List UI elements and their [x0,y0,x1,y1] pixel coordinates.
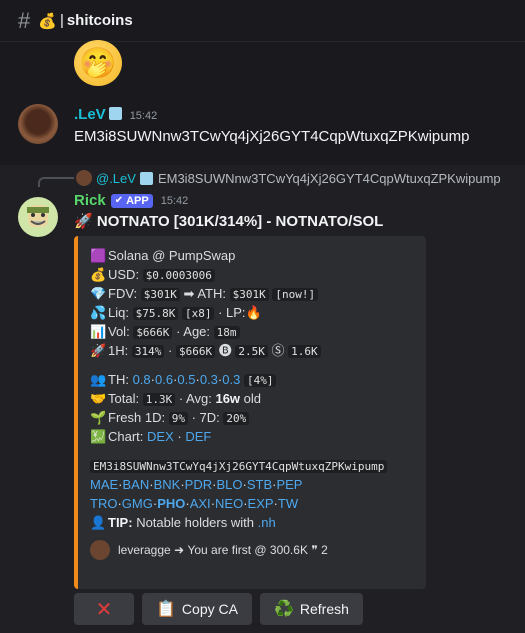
def-link[interactable]: DEF [185,429,211,444]
app-badge: ✔ APP [110,193,153,208]
recycle-icon: ♻️ [273,601,294,618]
message-rick: @.LeV EM3i8SUWNnw3TCwYq4jXj26GYT4CqpWtux… [0,165,525,633]
link-exp[interactable]: EXP [248,496,274,511]
reply-author: @.LeV [96,170,136,186]
handshake-icon: 🤝 [90,391,107,406]
refresh-button[interactable]: ♻️ Refresh [259,593,363,625]
person-icon: 👤 [90,515,107,530]
copy-ca-button[interactable]: 📋 Copy CA [142,593,252,625]
th-link[interactable]: 0.3 [200,372,218,387]
dex-link[interactable]: DEX [147,429,174,444]
sells-icon: Ⓢ [271,343,285,358]
dismiss-button[interactable]: ✕ [74,593,134,625]
link-pho[interactable]: PHO [157,496,185,511]
gem-icon: 💎 [90,286,107,301]
links-row-1: MAE·BAN·BNK·PDR·BLO·STB·PEP [90,477,303,492]
message-title: 🚀 NOTNATO [301K/314%] - NOTNATO/SOL [74,213,384,230]
username[interactable]: .LeV [74,106,106,123]
th-link[interactable]: 0.5 [177,372,195,387]
action-buttons: ✕ 📋 Copy CA ♻️ Refresh [74,593,363,625]
avatar[interactable] [18,197,58,237]
arrow-right-icon: ➜ [174,543,185,557]
fresh-line: 🌱 Fresh 1D: 9% · 7D: 20% [90,408,414,427]
people-icon: 👥 [90,372,107,387]
link-mae[interactable]: MAE [90,477,118,492]
link-blo[interactable]: BLO [216,477,242,492]
timestamp: 15:42 [160,194,189,207]
bar-chart-icon: 📊 [90,324,107,339]
droplets-icon: 💦 [90,305,107,320]
contract-address-line: EM3i8SUWNnw3TCwYq4jXj26GYT4CqpWtuxqZPKwi… [90,456,414,475]
close-icon: ✕ [95,598,113,621]
fdv-line: 💎 FDV: $301K ➡ ATH: $301K [now!] [90,284,414,303]
message-lev: .LeV 15:42 EM3i8SUWNnw3TCwYq4jXj26GYT4Cqp… [0,100,525,160]
message-text: EM3i8SUWNnw3TCwYq4jXj26GYT4CqpWtuxqZPKwi… [74,128,470,145]
buys-icon: 🅑 [218,343,232,358]
face-hand-over-mouth-emoji: 🤭 [74,40,122,86]
vol-line: 📊 Vol: $666K · Age: 18m [90,322,414,341]
contract-address[interactable]: EM3i8SUWNnw3TCwYq4jXj26GYT4CqpWtuxqZPKwi… [90,460,388,473]
username[interactable]: Rick [74,192,106,209]
channel-name[interactable]: | shitcoins [60,12,133,29]
total-line: 🤝 Total: 1.3K · Avg: 16w old [90,391,262,406]
link-tw[interactable]: TW [278,496,298,511]
nh-link[interactable]: .nh [258,515,276,530]
arrow-right-icon: ➡ [183,286,195,301]
reply-connector [38,177,74,187]
timestamp: 15:42 [129,110,158,122]
tip-line: 👤 TIP: Notable holders with .nh [90,515,276,530]
link-pep[interactable]: PEP [276,477,302,492]
th-link[interactable]: 0.3 [222,372,240,387]
rick-avatar-icon [27,205,49,227]
clipboard-icon: 📋 [156,601,176,618]
embed-footer: leveragge ➜ You are first @ 300.6K ❞ 2 [90,540,414,560]
footer-user: leveragge [118,543,171,557]
fire-icon: 🔥 [245,305,262,320]
one-hour-line: 🚀 1H: 314% · $666K 🅑 2.5K Ⓢ 1.6K [90,341,414,360]
chart-icon: 💹 [90,429,107,444]
link-neo[interactable]: NEO [215,496,243,511]
seedling-icon: 🌱 [90,410,107,425]
chart-line: 💹 Chart: DEX · DEF [90,429,212,444]
ice-cube-icon [139,171,153,185]
link-bnk[interactable]: BNK [154,477,181,492]
chain-line: 🟪 Solana @ PumpSwap [90,248,236,263]
rocket-icon: 🚀 [90,343,107,358]
footer-avatar [90,540,110,560]
reply-text: EM3i8SUWNnw3TCwYq4jXj26GYT4CqpWtuxqZPKwi… [157,170,501,186]
check-icon: ✔ [114,195,124,206]
reply-avatar [76,170,92,186]
money-bag-icon: 💰 [90,267,107,282]
rocket-icon: 🚀 [74,213,93,230]
link-ban[interactable]: BAN [123,477,150,492]
th-link[interactable]: 0.6 [155,372,173,387]
link-axi[interactable]: AXI [190,496,211,511]
money-bag-icon: 💰 [38,12,57,30]
link-pdr[interactable]: PDR [185,477,212,492]
usd-line: 💰 USD: $0.0003006 [90,265,414,284]
top-holders-line: 👥 TH: 0.8·0.6·0.5·0.3·0.3 [4%] [90,370,414,389]
th-link[interactable]: 0.8 [133,372,151,387]
hash-icon: # [18,7,31,33]
link-stb[interactable]: STB [247,477,272,492]
channel-header: # 💰 | shitcoins [0,0,525,42]
avatar[interactable] [18,104,58,144]
quote-icon: ❞ [311,543,318,557]
token-embed: 🟪 Solana @ PumpSwap 💰 USD: $0.0003006 💎 FDV… [74,236,426,589]
links-row-2: TRO·GMG·PHO·AXI·NEO·EXP·TW [90,496,299,511]
ice-cube-icon [108,107,122,120]
link-gmg[interactable]: GMG [122,496,153,511]
link-tro[interactable]: TRO [90,496,117,511]
reply-preview[interactable]: @.LeV EM3i8SUWNnw3TCwYq4jXj26GYT4CqpWtux… [76,170,501,186]
solana-icon: 🟪 [90,248,107,263]
liq-line: 💦 Liq: $75.8K [x8] · LP:🔥 [90,305,262,320]
